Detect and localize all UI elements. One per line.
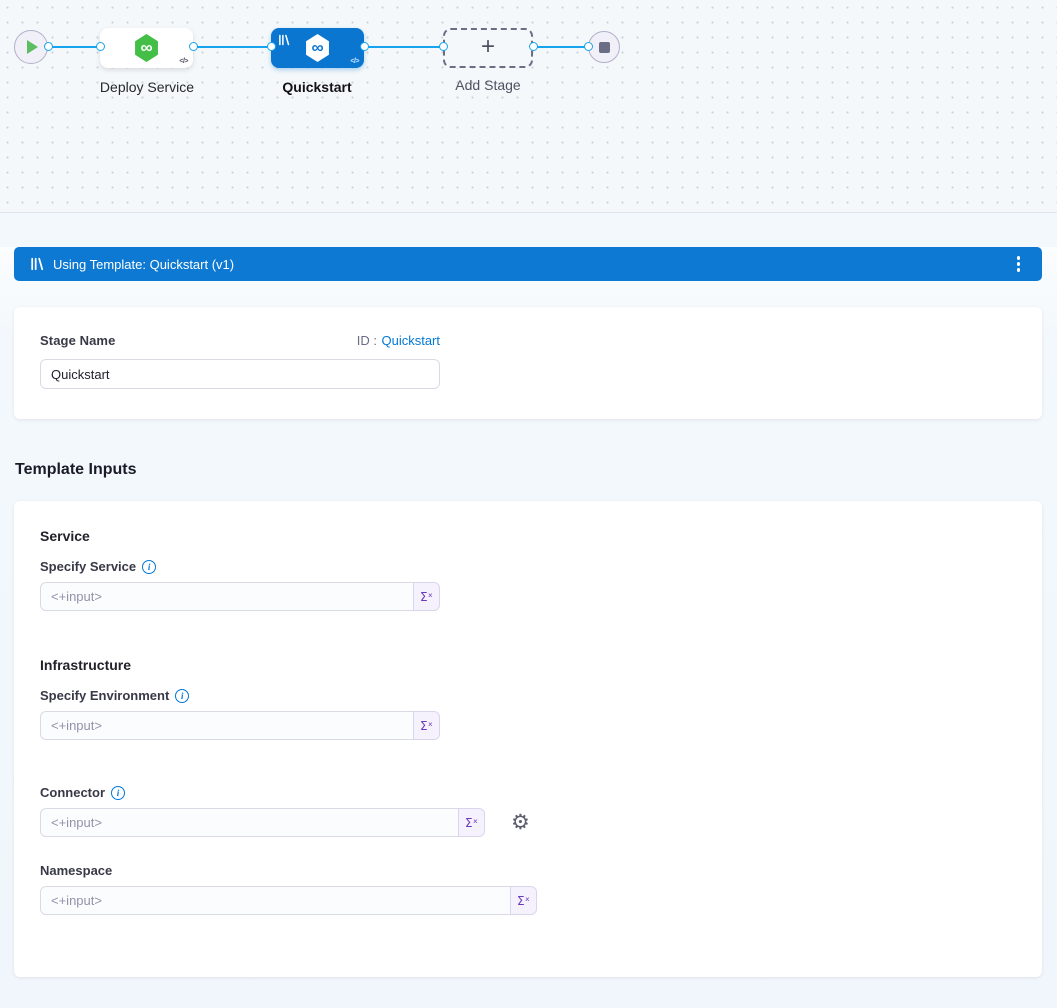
stage-name-input[interactable] [40,359,440,389]
expression-sigma-button[interactable]: Σˣ [413,711,440,740]
template-badge-icon [278,33,290,51]
code-icon: </> [350,58,359,65]
template-inputs-title: Template Inputs [15,461,1057,479]
stage-node-quickstart[interactable]: ∞ </> [271,28,364,68]
expression-sigma-button[interactable]: Σˣ [413,582,440,611]
add-stage-button[interactable]: + [443,28,533,68]
node-port [360,42,369,51]
info-icon[interactable]: i [175,689,189,703]
template-banner-text: Using Template: Quickstart (v1) [53,257,234,272]
gear-settings-icon[interactable]: ⚙ [511,812,530,833]
node-port [189,42,198,51]
stage-name-card: Stage Name ID : Quickstart [14,307,1042,419]
info-icon[interactable]: i [142,560,156,574]
stop-icon [599,42,610,53]
specify-environment-input[interactable] [40,711,413,740]
node-port [267,42,276,51]
pipeline-canvas[interactable]: ∞ </> Deploy Service ∞ </> Quickstart + … [0,0,1057,213]
info-icon[interactable]: i [111,786,125,800]
stage-label-add-stage: Add Stage [455,77,520,93]
node-port [529,42,538,51]
template-inputs-card: Service Specify Service i Σˣ Infrastruct… [14,501,1042,977]
stage-id-prefix: ID : [357,333,377,348]
template-library-icon [30,257,44,271]
kebab-menu-button[interactable] [1011,252,1027,276]
node-port [96,42,105,51]
stage-id-link[interactable]: Quickstart [381,333,440,348]
namespace-label: Namespace [40,863,112,878]
plus-icon: + [481,35,495,59]
node-port [439,42,448,51]
code-icon: </> [179,58,188,65]
stage-editor-panel: Using Template: Quickstart (v1) Stage Na… [0,247,1057,1008]
specify-environment-label: Specify Environment [40,688,169,703]
edge-addstage-end [533,46,588,48]
stage-name-label: Stage Name [40,333,115,348]
pipeline-start-node [14,30,48,64]
cd-stage-icon-selected: ∞ [305,34,331,62]
template-banner: Using Template: Quickstart (v1) [14,247,1042,281]
edge-quickstart-addstage [364,46,443,48]
connector-input[interactable] [40,808,458,837]
service-section-heading: Service [40,528,1016,544]
node-port [584,42,593,51]
infrastructure-section-heading: Infrastructure [40,657,1016,673]
play-icon [27,40,38,54]
specify-service-label: Specify Service [40,559,136,574]
stage-node-deploy-service[interactable]: ∞ </> [100,28,193,68]
specify-service-input[interactable] [40,582,413,611]
connector-label: Connector [40,785,105,800]
edge-start-deploy [48,46,100,48]
expression-sigma-button[interactable]: Σˣ [458,808,485,837]
edge-deploy-quickstart [193,46,271,48]
namespace-input[interactable] [40,886,510,915]
stage-label-deploy-service: Deploy Service [100,79,194,95]
cd-stage-icon: ∞ [134,34,160,62]
expression-sigma-button[interactable]: Σˣ [510,886,537,915]
stage-label-quickstart: Quickstart [282,79,351,95]
node-port [44,42,53,51]
